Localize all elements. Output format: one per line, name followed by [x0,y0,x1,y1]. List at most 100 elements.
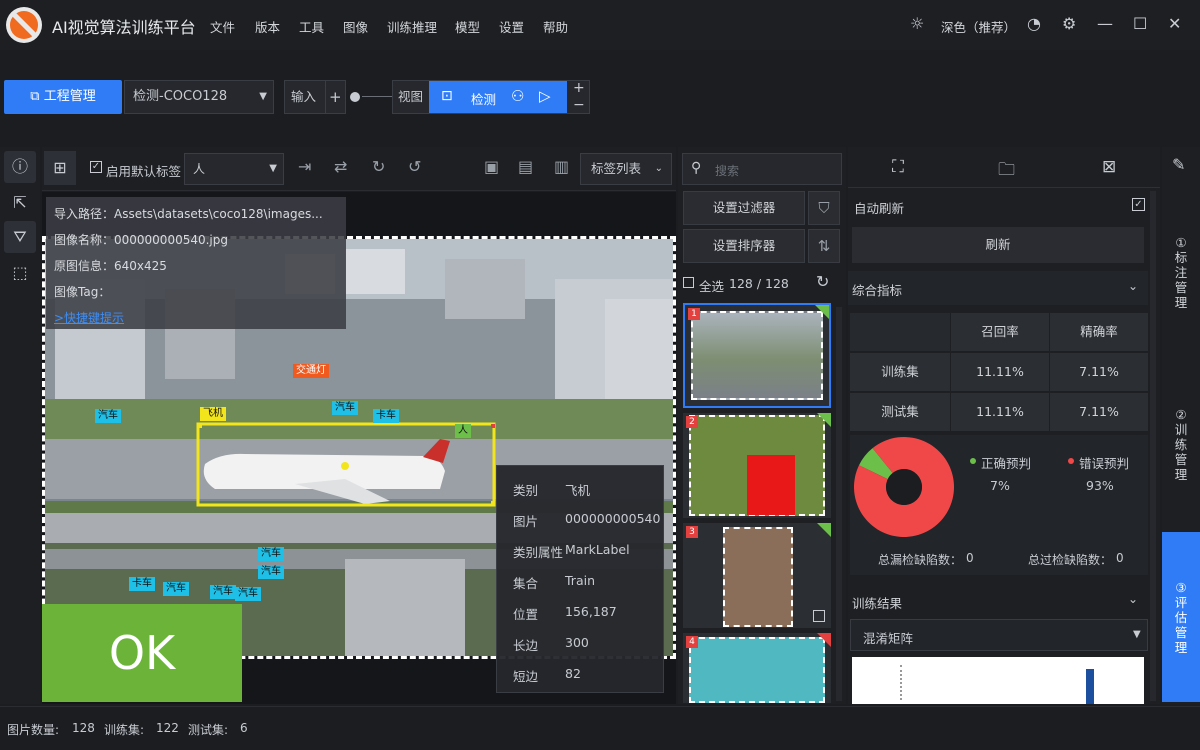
detect-node-button[interactable]: ⊡ 检测 ⚇ ▷ [429,81,567,113]
project-manage-button[interactable]: ⧉ 工程管理 [4,80,122,114]
menu-help[interactable]: 帮助 [543,17,568,36]
image-name: 图像名称：000000000540.jpg [54,233,229,247]
table-cell: 11.11% [951,393,1049,431]
refresh-icon[interactable]: ↻ [816,272,829,291]
tab-evaluation[interactable]: ③评估管理 [1162,532,1200,702]
image-settings-icon[interactable]: ⛶ [892,157,904,177]
set-filter-button[interactable]: 设置过滤器 [683,191,805,225]
detail-key: 集合 [513,576,539,591]
tag-person[interactable]: 人 [455,424,471,438]
legend-wrong: 错误预判 [1079,456,1130,471]
sort-icon[interactable]: ⇅ [808,229,840,263]
menu-image[interactable]: 图像 [343,17,368,36]
tag-truck[interactable]: 卡车 [129,577,155,591]
tag-car[interactable]: 汽车 [258,547,284,561]
menu-file[interactable]: 文件 [210,17,235,36]
info-icon[interactable]: ⓘ [4,151,36,183]
thumbnail-1[interactable]: 1 [683,303,831,408]
table-cell: 7.11% [1050,353,1148,391]
tag-car[interactable]: 汽车 [95,409,121,423]
undo-icon[interactable]: ↺ [408,157,421,176]
thumbnail-panel: ⚲ 搜索 设置过滤器 ⛉ 设置排序器 ⇅ 全选 128 / 128 ↻ 1 2 … [678,147,846,704]
tag-car[interactable]: 汽车 [235,587,261,601]
search-input[interactable]: ⚲ 搜索 [682,153,842,185]
tab-annotation[interactable]: ①标注管理 [1162,235,1200,310]
thumbnail-scrollbar[interactable] [836,307,842,701]
polygon-icon[interactable]: ⛛ [4,221,36,253]
sun-icon[interactable]: ☼ [910,14,924,33]
metrics-header[interactable]: 综合指标 ⌄ [848,271,1148,305]
add-input-button[interactable]: + [329,81,342,113]
zoom-in-button[interactable]: + [573,80,585,96]
tag-car[interactable]: 汽车 [163,582,189,596]
next-icon[interactable]: ⇥ [298,157,311,176]
title-bar: AI视觉算法训练平台 文件 版本 工具 图像 训练推理 模型 设置 帮助 ☼ 深… [0,0,1200,50]
tab-training[interactable]: ②训练管理 [1162,407,1200,482]
swap-icon[interactable]: ⇄ [334,157,347,176]
crop-select-icon[interactable]: ⬚ [4,257,36,289]
search-icon: ⚲ [691,160,702,176]
thumbnail-4[interactable]: 4 [683,633,831,703]
default-label-checkbox[interactable]: ✓ [90,161,102,173]
theme-select[interactable]: 深色（推荐） [941,17,1016,36]
users-icon[interactable]: ⚇ [511,87,524,105]
menu-version[interactable]: 版本 [255,17,280,36]
menu-tools[interactable]: 工具 [299,17,324,36]
refresh-button[interactable]: 刷新 [852,227,1144,263]
pct-wrong: 93% [1086,478,1114,493]
gear-icon[interactable]: ⚙ [1062,14,1076,33]
filter-icon[interactable]: ⛉ [808,191,840,225]
detail-value: 156,187 [565,604,617,619]
tag-truck[interactable]: 卡车 [373,409,399,423]
maximize-icon[interactable]: ☐ [1133,14,1147,33]
result-type-select[interactable]: 混淆矩阵 ▼ [850,619,1148,651]
label-list-select[interactable]: 标签列表 ⌄ [580,153,672,185]
image-icon: ⊡ [441,88,453,104]
menu-train-infer[interactable]: 训练推理 [387,17,437,36]
new-box-icon[interactable]: ⊞ [44,151,76,185]
input-node[interactable]: 输入 + [284,80,346,114]
cursor-icon[interactable]: ⇱ [4,187,36,219]
auto-refresh-checkbox[interactable]: ✓ [1132,198,1145,211]
test-count-label: 测试集: [188,723,229,737]
menu-settings[interactable]: 设置 [499,17,524,36]
tag-car[interactable]: 汽车 [210,585,236,599]
dataset-select[interactable]: 检测-COCO128 ▼ [124,80,274,114]
train-result-header[interactable]: 训练结果 ⌄ [848,587,1148,615]
select-all-checkbox[interactable] [683,277,694,288]
detail-value: 000000000540 [565,511,661,526]
save-as-icon[interactable]: ▥ [554,157,569,176]
tag-airplane[interactable]: 飞机 [200,407,226,421]
save-icon[interactable]: ▣ [484,157,499,176]
tag-traffic-light[interactable]: 交通灯 [293,364,329,378]
panel-scrollbar[interactable] [1150,191,1156,701]
palette-icon[interactable]: ◔ [1027,14,1041,33]
tag-car[interactable]: 汽车 [332,401,358,415]
thumbnail-2[interactable]: 2 [683,413,831,518]
left-tool-rail: ⓘ ⇱ ⛛ ⬚ [0,147,40,704]
folder-icon[interactable]: 🗀 [998,157,1015,186]
thumbnail-number: 3 [686,526,698,538]
caret-down-icon: ▼ [259,91,267,102]
play-icon[interactable]: ▷ [539,87,551,105]
menu-model[interactable]: 模型 [455,17,480,36]
close-icon[interactable]: ✕ [1168,14,1181,33]
view-node[interactable]: 视图 ⊡ 检测 ⚇ ▷ + − [392,80,590,114]
picture-icon[interactable]: ⊠ [1102,157,1116,177]
tag-car[interactable]: 汽车 [258,565,284,579]
minimize-icon[interactable]: — [1097,14,1113,33]
set-sorter-button[interactable]: 设置排序器 [683,229,805,263]
save-all-icon[interactable]: ▤ [518,157,533,176]
matrix-label-column [900,665,902,700]
pin-icon[interactable]: ✎ [1172,155,1185,174]
detail-key: 图片 [513,514,539,529]
label-select[interactable]: 人 ▼ [184,153,284,185]
connector-dot [350,92,360,102]
thumbnail-checkbox[interactable] [813,610,825,622]
zoom-out-button[interactable]: − [573,97,585,113]
thumbnail-3[interactable]: 3 [683,523,831,628]
redo-icon[interactable]: ↻ [372,157,385,176]
matrix-cell [1086,669,1094,704]
status-corner [817,523,831,537]
shortcut-link[interactable]: >快捷键提示 [54,309,124,326]
